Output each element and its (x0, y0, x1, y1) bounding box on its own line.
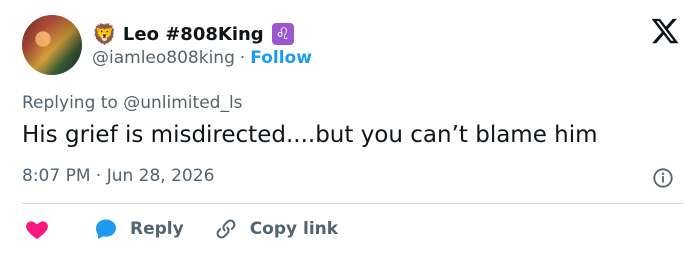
author-handle-row: @iamleo808king · Follow (92, 48, 312, 68)
like-button[interactable] (22, 216, 50, 242)
tweet-card: 🦁 Leo #808King ♌ @iamleo808king · Follow… (0, 0, 700, 256)
divider (22, 203, 684, 204)
reply-label: Reply (130, 219, 184, 239)
x-logo-icon[interactable] (650, 16, 680, 46)
action-bar: Reply Copy link (22, 214, 338, 244)
reply-bubble-icon (96, 219, 116, 239)
lion-emoji-icon: 🦁 (92, 22, 117, 46)
avatar[interactable] (22, 15, 82, 75)
copy-link-button[interactable]: Copy link (184, 217, 338, 241)
info-icon[interactable] (652, 167, 674, 189)
copy-link-label: Copy link (249, 219, 339, 239)
link-icon (216, 219, 236, 239)
author-name-row: 🦁 Leo #808King ♌ (92, 20, 294, 48)
tweet-text: His grief is misdirected....but you can’… (22, 122, 598, 148)
replying-to-line: Replying to @unlimited_ls (22, 93, 243, 113)
leo-zodiac-badge: ♌ (271, 23, 294, 45)
author-handle[interactable]: @iamleo808king (92, 48, 235, 68)
author-display-name[interactable]: Leo #808King (123, 24, 264, 45)
reply-button[interactable]: Reply (50, 217, 184, 241)
tweet-timestamp[interactable]: 8:07 PM · Jun 28, 2026 (22, 166, 214, 186)
follow-button[interactable]: Follow (250, 48, 312, 68)
replying-to-prefix: Replying to (22, 93, 118, 113)
separator-dot: · (239, 48, 246, 68)
heart-icon (26, 221, 48, 239)
reply-target-handle[interactable]: @unlimited_ls (123, 93, 242, 113)
